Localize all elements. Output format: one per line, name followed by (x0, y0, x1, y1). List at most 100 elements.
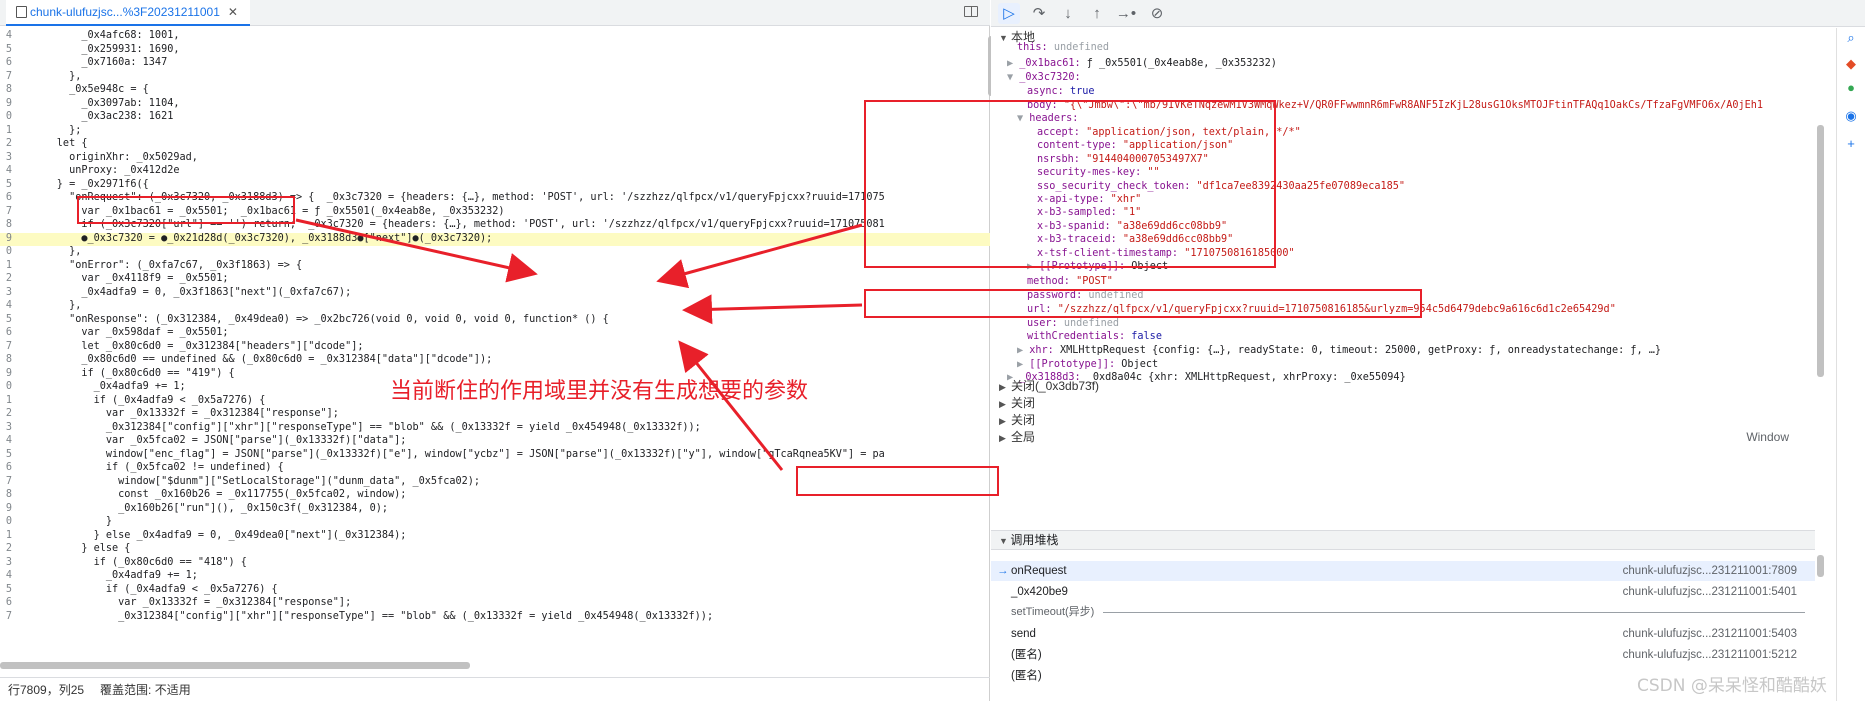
line-number[interactable]: 2 (0, 408, 12, 419)
code-line[interactable]: 9 _0x160b26["run"](), _0x150c3f(_0x31238… (0, 503, 990, 517)
step-icon[interactable]: →• (1115, 3, 1137, 24)
line-number[interactable]: 7 (0, 71, 12, 82)
line-number[interactable]: 8 (0, 489, 12, 500)
line-number[interactable]: 3 (0, 422, 12, 433)
code-line[interactable]: 3 _0x4adfa9 = 0, _0x3f1863["next"](_0xfa… (0, 287, 990, 301)
line-number[interactable]: 3 (0, 557, 12, 568)
scope-async-row[interactable]: async: true (1027, 84, 1095, 99)
code-view[interactable]: 4 _0x4afc68: 1001, 5 _0x259931: 1690, 6 _0… (0, 30, 990, 660)
code-line[interactable]: 5 _0x259931: 1690, (0, 44, 990, 58)
scope-closure-1[interactable]: ▶ 关闭(_0x3db73f) (999, 377, 1099, 395)
scope-closure-2[interactable]: ▶ 关闭 (999, 394, 1035, 412)
scope-body-row[interactable]: body: "{\"Jmbw\":\"mb/9IVKeTNqzewM1V3WMq… (1027, 98, 1763, 113)
code-line[interactable]: 8 _0x80c6d0 == undefined && (_0x80c6d0 =… (0, 354, 990, 368)
line-number[interactable]: 1 (0, 530, 12, 541)
code-line[interactable]: 8 const _0x160b26 = _0x117755(_0x5fca02,… (0, 489, 990, 503)
code-line[interactable]: 1 } else _0x4adfa9 = 0, _0x49dea0["next"… (0, 530, 990, 544)
code-line[interactable]: 6 _0x7160a: 1347 (0, 57, 990, 71)
scope-bac-row[interactable]: ▶ _0x1bac61: ƒ _0x5501(_0x4eab8e, _0x353… (1007, 56, 1277, 71)
code-line[interactable]: 0 }, (0, 246, 990, 260)
code-line[interactable]: 6 var _0x13332f = _0x312384["response"]; (0, 597, 990, 611)
scope-global[interactable]: ▶ 全局 Window (999, 428, 1789, 446)
step-out-icon[interactable]: ↑ (1086, 3, 1108, 24)
code-line[interactable]: 1 "onError": (_0xfa7c67, _0x3f1863) => { (0, 260, 990, 274)
line-number[interactable]: 6 (0, 327, 12, 338)
code-line[interactable]: 3 originXhr: _0x5029ad, (0, 152, 990, 166)
code-line[interactable]: 2 } else { (0, 543, 990, 557)
scope-xhr-row[interactable]: ▶ xhr: XMLHttpRequest {config: {…}, read… (1017, 343, 1661, 358)
code-line[interactable]: 0 } (0, 516, 990, 530)
line-number[interactable]: 4 (0, 435, 12, 446)
line-number[interactable]: 5 (0, 584, 12, 595)
sidebar-app-icon[interactable]: ● (1843, 80, 1859, 96)
line-number[interactable]: 9 (0, 368, 12, 379)
step-into-icon[interactable]: ↓ (1057, 3, 1079, 24)
close-icon[interactable]: ✕ (228, 5, 238, 19)
line-number[interactable]: 8 (0, 219, 12, 230)
code-line[interactable]: 5 window["enc_flag"] = JSON["parse"](_0x… (0, 449, 990, 463)
line-number[interactable]: 3 (0, 152, 12, 163)
line-number[interactable]: 4 (0, 570, 12, 581)
code-line[interactable]: 6 var _0x598daf = _0x5501; (0, 327, 990, 341)
line-number[interactable]: 0 (0, 516, 12, 527)
line-number[interactable]: 4 (0, 30, 12, 41)
code-line[interactable]: 4 _0x4adfa9 += 1; (0, 570, 990, 584)
sidebar-search-icon[interactable]: ⌕ (1843, 30, 1859, 46)
line-number[interactable]: 7 (0, 476, 12, 487)
scope-proto-row[interactable]: ▶ [[Prototype]]: Object (1027, 259, 1168, 274)
line-number[interactable]: 0 (0, 381, 12, 392)
line-number[interactable]: 5 (0, 179, 12, 190)
code-line[interactable]: 6 "onRequest": (_0x3c7320, _0x3188d3) =>… (0, 192, 990, 206)
resume-icon[interactable]: ▷ (998, 3, 1020, 24)
line-number[interactable]: 9 (0, 503, 12, 514)
call-frame-onrequest[interactable]: → onRequest chunk-ulufuzjsc...231211001:78… (991, 561, 1815, 581)
line-number[interactable]: 3 (0, 287, 12, 298)
code-line[interactable]: 7 var _0x1bac61 = _0x5501; _0x1bac61 = ƒ… (0, 206, 990, 220)
line-number[interactable]: 7 (0, 341, 12, 352)
file-tab[interactable]: chunk-ulufuzjsc...%3F20231211001 ✕ (6, 0, 250, 26)
line-number[interactable]: 9 (0, 233, 12, 244)
line-number[interactable]: 1 (0, 395, 12, 406)
line-number[interactable]: 7 (0, 611, 12, 622)
line-number[interactable]: 9 (0, 98, 12, 109)
code-line[interactable]: 4 var _0x5fca02 = JSON["parse"](_0x13332… (0, 435, 990, 449)
code-line[interactable]: 3 _0x312384["config"]["xhr"]["responseTy… (0, 422, 990, 436)
scope-withcredentials-row[interactable]: withCredentials: false (1027, 329, 1162, 344)
line-number[interactable]: 2 (0, 273, 12, 284)
code-line[interactable]: 7 }, (0, 71, 990, 85)
current-execution-line[interactable]: 9 ●_0x3c7320 = ●_0x21d28d(_0x3c7320), _0… (0, 232, 990, 246)
code-line[interactable]: 4 }, (0, 300, 990, 314)
scope-password-row[interactable]: password: undefined (1027, 288, 1144, 303)
line-number[interactable]: 5 (0, 44, 12, 55)
line-number[interactable]: 4 (0, 300, 12, 311)
line-number[interactable]: 2 (0, 543, 12, 554)
toggle-panel-icon[interactable] (964, 6, 978, 17)
code-line[interactable]: 7 _0x312384["config"]["xhr"]["responseTy… (0, 611, 990, 625)
sidebar-app-icon[interactable]: ◉ (1843, 108, 1859, 124)
code-line[interactable]: 4 _0x4afc68: 1001, (0, 30, 990, 44)
line-number[interactable]: 1 (0, 260, 12, 271)
callstack-scrollbar[interactable] (1815, 0, 1827, 701)
line-number[interactable]: 6 (0, 462, 12, 473)
sidebar-app-icon[interactable]: ◆ (1843, 56, 1859, 72)
editor-horizontal-scrollbar[interactable] (0, 660, 960, 670)
scope-this-row[interactable]: this: undefined (1017, 40, 1109, 55)
line-number[interactable]: 8 (0, 354, 12, 365)
line-number[interactable]: 8 (0, 84, 12, 95)
line-number[interactable]: 5 (0, 314, 12, 325)
code-line[interactable]: 8 if (_0x3c7320["url"] == '') return; _0… (0, 219, 990, 233)
line-number[interactable]: 5 (0, 449, 12, 460)
code-line[interactable]: 5 "onResponse": (_0x312384, _0x49dea0) =… (0, 314, 990, 328)
code-line[interactable]: 7 let _0x80c6d0 = _0x312384["headers"]["… (0, 341, 990, 355)
line-number[interactable]: 7 (0, 206, 12, 217)
scope-url-row[interactable]: url: "/szzhzz/qlfpcx/v1/queryFpjcxx?ruui… (1027, 302, 1616, 317)
call-stack-header[interactable]: ▼ 调用堆栈 (991, 530, 1815, 550)
line-number[interactable]: 1 (0, 125, 12, 136)
code-line[interactable]: 2 var _0x13332f = _0x312384["response"]; (0, 408, 990, 422)
code-line[interactable]: 1 }; (0, 125, 990, 139)
call-frame[interactable]: (匿名) chunk-ulufuzjsc...231211001:5212 (991, 645, 1815, 665)
code-line[interactable]: 3 if (_0x80c6d0 == "418") { (0, 557, 990, 571)
code-line[interactable]: 0 _0x3ac238: 1621 (0, 111, 990, 125)
line-number[interactable]: 6 (0, 597, 12, 608)
deactivate-breakpoints-icon[interactable]: ⊘ (1146, 3, 1168, 24)
